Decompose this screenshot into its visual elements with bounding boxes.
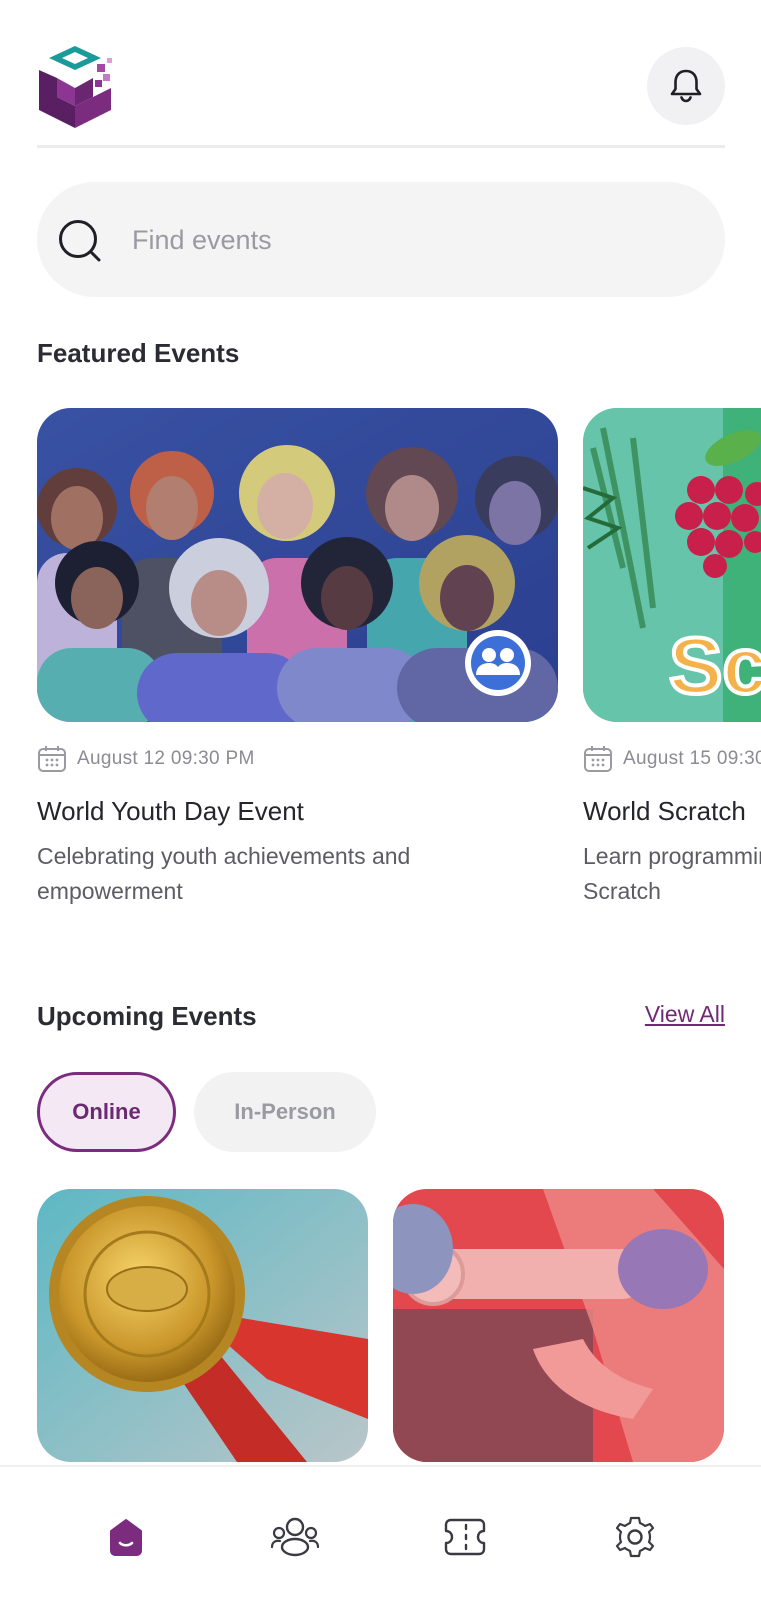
- app-logo: [39, 46, 112, 128]
- calendar-icon: [38, 746, 66, 772]
- featured-event-card[interactable]: Sc August 15 09:30 PM World Scratch Lear…: [583, 408, 761, 909]
- nav-settings[interactable]: [605, 1507, 665, 1567]
- event-date: August 15 09:30 PM: [623, 748, 761, 769]
- community-icon: [270, 1517, 320, 1557]
- svg-text:Sc: Sc: [669, 621, 761, 710]
- bottom-navigation: [0, 1465, 761, 1600]
- view-all-link[interactable]: View All: [645, 1001, 725, 1028]
- nav-tickets[interactable]: [435, 1507, 495, 1567]
- event-description: Learn programming with Scratch: [583, 843, 761, 904]
- featured-event-card[interactable]: August 12 09:30 PM World Youth Day Event…: [37, 408, 558, 909]
- home-icon: [110, 1519, 142, 1556]
- featured-event-image: [37, 408, 558, 722]
- event-title: World Youth Day Event: [37, 796, 304, 826]
- header-divider: [37, 145, 725, 148]
- upcoming-event-image: [37, 1189, 368, 1462]
- top-bar: [37, 44, 725, 148]
- event-date-row: August 15 09:30 PM: [583, 744, 761, 774]
- upcoming-events-heading: Upcoming Events: [37, 1001, 257, 1031]
- events-home-screen: Featured Events: [0, 0, 761, 1600]
- search-bar[interactable]: [37, 182, 725, 297]
- nav-home[interactable]: [96, 1507, 156, 1567]
- bell-icon: [670, 69, 702, 103]
- calendar-icon: [584, 746, 612, 772]
- featured-events-heading: Featured Events: [37, 338, 240, 368]
- nav-community[interactable]: [265, 1507, 325, 1567]
- event-title: World Scratch: [583, 796, 746, 826]
- event-date: August 12 09:30 PM: [77, 748, 255, 769]
- search-input[interactable]: [132, 212, 672, 268]
- settings-icon: [615, 1516, 655, 1558]
- tab-in-person[interactable]: In-Person: [194, 1072, 376, 1152]
- event-date-row: August 12 09:30 PM: [37, 744, 558, 774]
- ticket-icon: [444, 1518, 486, 1556]
- event-description: Celebrating youth achievements and empow…: [37, 843, 411, 904]
- search-icon: [59, 220, 101, 262]
- featured-event-image: Sc: [583, 408, 761, 722]
- upcoming-event-card[interactable]: [393, 1189, 724, 1462]
- upcoming-event-card[interactable]: [37, 1189, 368, 1462]
- upcoming-event-image: [393, 1189, 724, 1462]
- group-icon: [465, 630, 531, 696]
- tab-online[interactable]: Online: [37, 1072, 176, 1152]
- notification-button[interactable]: [647, 47, 725, 125]
